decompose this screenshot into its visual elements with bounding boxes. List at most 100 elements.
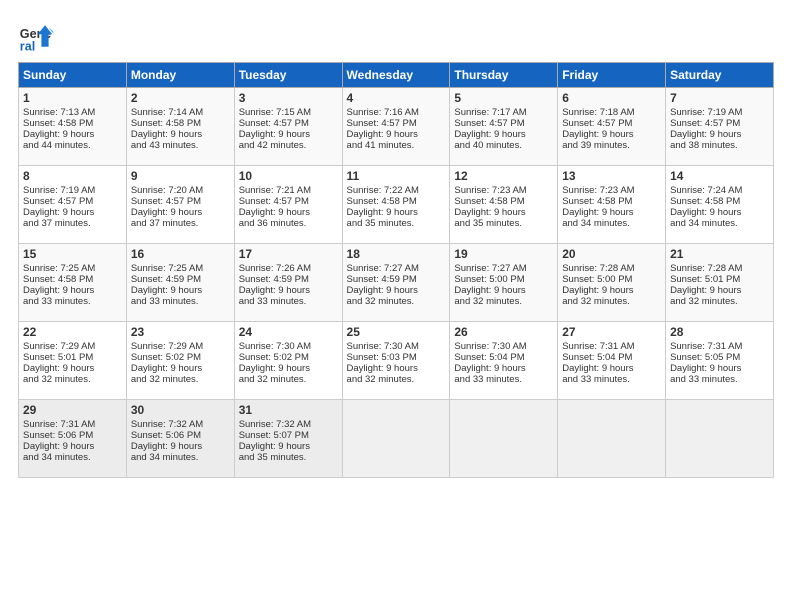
day-info-line: Sunset: 4:57 PM [347, 118, 446, 129]
day-info-line: Daylight: 9 hours [670, 363, 769, 374]
day-number: 26 [454, 325, 553, 339]
day-number: 20 [562, 247, 661, 261]
day-info-line: and 33 minutes. [131, 296, 230, 307]
calendar-cell: 28Sunrise: 7:31 AMSunset: 5:05 PMDayligh… [666, 322, 774, 400]
day-info-line: Sunrise: 7:26 AM [239, 263, 338, 274]
calendar-cell: 26Sunrise: 7:30 AMSunset: 5:04 PMDayligh… [450, 322, 558, 400]
day-info-line: Sunset: 5:03 PM [347, 352, 446, 363]
day-info-line: Daylight: 9 hours [562, 129, 661, 140]
calendar-cell: 25Sunrise: 7:30 AMSunset: 5:03 PMDayligh… [342, 322, 450, 400]
calendar-cell: 11Sunrise: 7:22 AMSunset: 4:58 PMDayligh… [342, 166, 450, 244]
calendar-cell: 27Sunrise: 7:31 AMSunset: 5:04 PMDayligh… [558, 322, 666, 400]
day-info-line: and 43 minutes. [131, 140, 230, 151]
day-number: 2 [131, 91, 230, 105]
day-info-line: Sunset: 4:57 PM [454, 118, 553, 129]
calendar-cell: 18Sunrise: 7:27 AMSunset: 4:59 PMDayligh… [342, 244, 450, 322]
day-info-line: and 35 minutes. [454, 218, 553, 229]
day-info-line: Sunset: 5:06 PM [131, 430, 230, 441]
header-cell-sunday: Sunday [19, 63, 127, 88]
day-info-line: and 32 minutes. [347, 296, 446, 307]
day-info-line: and 39 minutes. [562, 140, 661, 151]
day-info-line: Sunrise: 7:19 AM [23, 185, 122, 196]
header-cell-friday: Friday [558, 63, 666, 88]
day-number: 25 [347, 325, 446, 339]
day-number: 29 [23, 403, 122, 417]
day-number: 21 [670, 247, 769, 261]
calendar-cell: 20Sunrise: 7:28 AMSunset: 5:00 PMDayligh… [558, 244, 666, 322]
day-info-line: Sunrise: 7:31 AM [562, 341, 661, 352]
day-info-line: and 42 minutes. [239, 140, 338, 151]
day-info-line: Sunrise: 7:32 AM [239, 419, 338, 430]
header: Gene ral [18, 18, 774, 54]
calendar-body: 1Sunrise: 7:13 AMSunset: 4:58 PMDaylight… [19, 88, 774, 478]
calendar-cell: 16Sunrise: 7:25 AMSunset: 4:59 PMDayligh… [126, 244, 234, 322]
header-cell-tuesday: Tuesday [234, 63, 342, 88]
day-info-line: Sunrise: 7:31 AM [670, 341, 769, 352]
day-number: 15 [23, 247, 122, 261]
day-number: 7 [670, 91, 769, 105]
calendar-page: Gene ral SundayMondayTuesdayWednesdayThu… [0, 0, 792, 612]
day-info-line: Daylight: 9 hours [562, 363, 661, 374]
day-info-line: Sunset: 4:58 PM [23, 274, 122, 285]
day-info-line: Sunrise: 7:29 AM [23, 341, 122, 352]
day-info-line: Daylight: 9 hours [131, 363, 230, 374]
calendar-cell: 2Sunrise: 7:14 AMSunset: 4:58 PMDaylight… [126, 88, 234, 166]
day-info-line: Sunrise: 7:28 AM [670, 263, 769, 274]
day-info-line: and 38 minutes. [670, 140, 769, 151]
day-info-line: Sunset: 4:59 PM [131, 274, 230, 285]
day-info-line: and 33 minutes. [670, 374, 769, 385]
day-info-line: and 33 minutes. [239, 296, 338, 307]
day-info-line: Sunset: 4:58 PM [454, 196, 553, 207]
day-info-line: and 35 minutes. [347, 218, 446, 229]
day-number: 27 [562, 325, 661, 339]
day-info-line: Sunrise: 7:17 AM [454, 107, 553, 118]
calendar-cell: 31Sunrise: 7:32 AMSunset: 5:07 PMDayligh… [234, 400, 342, 478]
day-info-line: Daylight: 9 hours [131, 441, 230, 452]
calendar-cell: 4Sunrise: 7:16 AMSunset: 4:57 PMDaylight… [342, 88, 450, 166]
day-info-line: Sunset: 4:57 PM [670, 118, 769, 129]
day-info-line: Sunset: 4:59 PM [239, 274, 338, 285]
day-number: 3 [239, 91, 338, 105]
week-row-1: 1Sunrise: 7:13 AMSunset: 4:58 PMDaylight… [19, 88, 774, 166]
day-info-line: and 32 minutes. [131, 374, 230, 385]
day-number: 6 [562, 91, 661, 105]
day-info-line: Sunrise: 7:27 AM [454, 263, 553, 274]
calendar-cell: 14Sunrise: 7:24 AMSunset: 4:58 PMDayligh… [666, 166, 774, 244]
calendar-cell: 3Sunrise: 7:15 AMSunset: 4:57 PMDaylight… [234, 88, 342, 166]
day-info-line: Daylight: 9 hours [23, 363, 122, 374]
calendar-cell: 13Sunrise: 7:23 AMSunset: 4:58 PMDayligh… [558, 166, 666, 244]
calendar-cell [342, 400, 450, 478]
day-number: 18 [347, 247, 446, 261]
day-number: 9 [131, 169, 230, 183]
calendar-cell: 15Sunrise: 7:25 AMSunset: 4:58 PMDayligh… [19, 244, 127, 322]
day-info-line: and 34 minutes. [131, 452, 230, 463]
day-info-line: and 32 minutes. [239, 374, 338, 385]
day-info-line: Sunrise: 7:23 AM [454, 185, 553, 196]
header-cell-saturday: Saturday [666, 63, 774, 88]
day-info-line: and 34 minutes. [562, 218, 661, 229]
day-info-line: and 44 minutes. [23, 140, 122, 151]
calendar-cell: 5Sunrise: 7:17 AMSunset: 4:57 PMDaylight… [450, 88, 558, 166]
day-info-line: Daylight: 9 hours [347, 207, 446, 218]
day-info-line: Daylight: 9 hours [239, 285, 338, 296]
logo: Gene ral [18, 18, 58, 54]
svg-text:ral: ral [20, 39, 35, 53]
day-info-line: Sunset: 4:58 PM [347, 196, 446, 207]
calendar-cell: 8Sunrise: 7:19 AMSunset: 4:57 PMDaylight… [19, 166, 127, 244]
day-info-line: Daylight: 9 hours [454, 285, 553, 296]
day-number: 17 [239, 247, 338, 261]
day-info-line: Sunrise: 7:21 AM [239, 185, 338, 196]
day-number: 24 [239, 325, 338, 339]
day-info-line: Sunrise: 7:20 AM [131, 185, 230, 196]
day-info-line: Sunset: 4:58 PM [23, 118, 122, 129]
day-info-line: and 33 minutes. [454, 374, 553, 385]
day-info-line: and 33 minutes. [23, 296, 122, 307]
day-number: 19 [454, 247, 553, 261]
day-number: 28 [670, 325, 769, 339]
day-info-line: Daylight: 9 hours [239, 441, 338, 452]
day-info-line: Sunrise: 7:32 AM [131, 419, 230, 430]
day-info-line: and 33 minutes. [562, 374, 661, 385]
week-row-3: 15Sunrise: 7:25 AMSunset: 4:58 PMDayligh… [19, 244, 774, 322]
day-number: 11 [347, 169, 446, 183]
calendar-cell [666, 400, 774, 478]
